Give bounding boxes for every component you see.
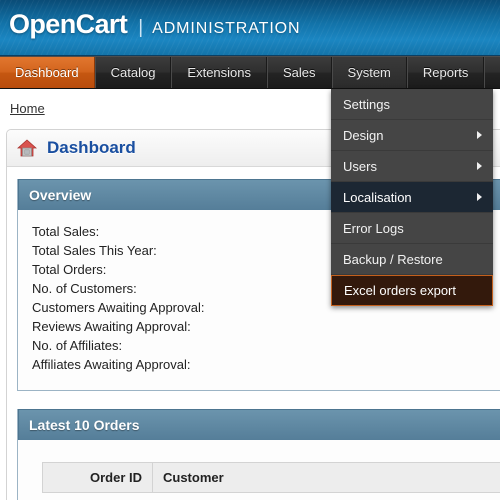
breadcrumb-home-link[interactable]: Home (10, 101, 45, 116)
menu-label-error-logs: Error Logs (343, 221, 404, 236)
system-dropdown-menu: Settings Design Users Localisation Error… (331, 89, 493, 306)
nav-label-reports: Reports (422, 65, 469, 80)
stat-row: Reviews Awaiting Approval: (32, 317, 500, 336)
menu-item-settings[interactable]: Settings (331, 89, 493, 120)
latest-orders-heading: Latest 10 Orders (18, 409, 500, 440)
nav-item-help[interactable]: H (484, 57, 500, 88)
nav-item-system[interactable]: System (331, 57, 407, 88)
chevron-right-icon (477, 193, 482, 201)
menu-item-users[interactable]: Users (331, 151, 493, 182)
chevron-right-icon (477, 131, 482, 139)
stat-label: No. of Customers: (32, 281, 137, 296)
nav-label-system: System (347, 65, 391, 80)
chevron-right-icon (477, 162, 482, 170)
latest-orders-content: Order ID Customer (18, 440, 500, 500)
nav-item-reports[interactable]: Reports (406, 57, 485, 88)
logo-separator: | (138, 17, 144, 38)
administration-label: ADMINISTRATION (152, 20, 301, 37)
menu-label-excel-orders-export: Excel orders export (344, 283, 456, 298)
nav-label-dashboard: Dashboard (15, 65, 79, 80)
menu-item-localisation[interactable]: Localisation (331, 182, 493, 213)
table-header-row: Order ID Customer (42, 462, 500, 493)
menu-item-excel-orders-export[interactable]: Excel orders export (331, 275, 493, 306)
column-header-customer[interactable]: Customer (152, 462, 500, 493)
home-icon (16, 139, 38, 157)
nav-item-sales[interactable]: Sales (267, 57, 332, 88)
breadcrumb: Home (10, 101, 45, 116)
menu-item-error-logs[interactable]: Error Logs (331, 213, 493, 244)
nav-item-catalog[interactable]: Catalog (94, 57, 172, 88)
menu-label-settings: Settings (343, 97, 390, 112)
opencart-admin-screen: OpenCart | ADMINISTRATION Dashboard Cata… (0, 0, 500, 500)
menu-label-localisation: Localisation (343, 190, 412, 205)
nav-label-extensions: Extensions (187, 65, 252, 80)
brand-logo[interactable]: OpenCart | ADMINISTRATION (9, 11, 300, 38)
nav-item-extensions[interactable]: Extensions (171, 57, 268, 88)
latest-orders-panel: Latest 10 Orders Order ID Customer (17, 409, 500, 500)
app-header: OpenCart | ADMINISTRATION (0, 0, 500, 56)
stat-label: Customers Awaiting Approval: (32, 300, 205, 315)
stat-label: Total Sales This Year: (32, 243, 157, 258)
column-header-order-id[interactable]: Order ID (42, 462, 153, 493)
stat-label: Reviews Awaiting Approval: (32, 319, 191, 334)
stat-label: Affiliates Awaiting Approval: (32, 357, 191, 372)
menu-label-design: Design (343, 128, 384, 143)
nav-item-dashboard[interactable]: Dashboard (0, 57, 95, 88)
logo-text: OpenCart (9, 9, 128, 39)
orders-table: Order ID Customer (42, 462, 500, 493)
menu-item-backup-restore[interactable]: Backup / Restore (331, 244, 493, 275)
stat-label: Total Orders: (32, 262, 107, 277)
stat-label: No. of Affiliates: (32, 338, 123, 353)
nav-label-sales: Sales (283, 65, 316, 80)
menu-label-users: Users (343, 159, 377, 174)
stat-row: No. of Affiliates: (32, 336, 500, 355)
nav-label-catalog: Catalog (110, 65, 156, 80)
menu-label-backup-restore: Backup / Restore (343, 252, 443, 267)
menu-item-design[interactable]: Design (331, 120, 493, 151)
stat-label: Total Sales: (32, 224, 100, 239)
stat-row: Affiliates Awaiting Approval: (32, 355, 500, 374)
main-navigation: Dashboard Catalog Extensions Sales Syste… (0, 56, 500, 89)
page-title: Dashboard (47, 138, 136, 157)
